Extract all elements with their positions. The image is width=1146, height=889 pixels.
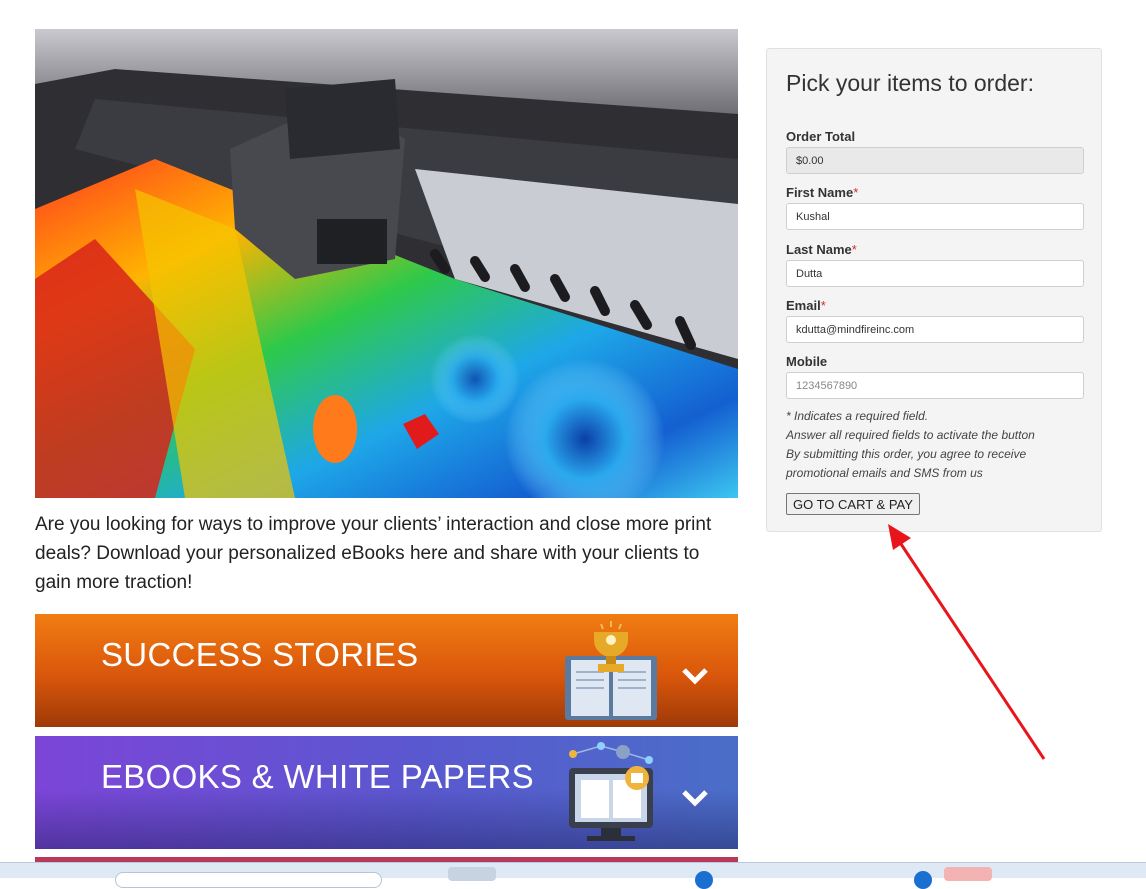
taskbar-search-box[interactable] [115, 872, 382, 888]
order-total-field [786, 147, 1084, 174]
taskbar-badge-icon[interactable] [914, 871, 932, 889]
required-asterisk: * [851, 242, 857, 257]
first-name-field[interactable] [786, 203, 1084, 230]
go-to-cart-pay-button[interactable]: GO TO CART & PAY [786, 493, 920, 515]
taskbar-badge-icon[interactable] [695, 871, 713, 889]
order-form-panel: Pick your items to order: Order Total Fi… [766, 48, 1102, 532]
banner-title: EBOOKS & WHITE PAPERS [101, 758, 534, 795]
chevron-down-icon[interactable] [680, 788, 710, 808]
trophy-book-icon [565, 621, 657, 720]
consent-note-line2: promotional emails and SMS from us [786, 466, 983, 480]
last-name-label: Last Name* [786, 242, 857, 257]
order-form-heading: Pick your items to order: [786, 70, 1034, 96]
success-stories-banner[interactable]: SUCCESS STORIES [35, 614, 738, 727]
intro-paragraph: Are you looking for ways to improve your… [35, 514, 712, 593]
mobile-field[interactable] [786, 372, 1084, 399]
required-asterisk: * [853, 185, 859, 200]
printer-hero-image [35, 29, 738, 498]
first-name-label: First Name* [786, 185, 859, 200]
banner-title: SUCCESS STORIES [101, 636, 419, 673]
required-note: * Indicates a required field. [786, 409, 929, 423]
ebooks-banner[interactable]: EBOOKS & WHITE PAPERS [35, 736, 738, 849]
consent-note-line1: By submitting this order, you agree to r… [786, 447, 1027, 461]
taskbar-app-icon[interactable] [944, 867, 992, 881]
taskbar-app-icon[interactable] [448, 867, 496, 881]
order-total-label: Order Total [786, 129, 856, 144]
required-asterisk: * [820, 298, 826, 313]
monitor-book-icon [569, 742, 653, 841]
email-field[interactable] [786, 316, 1084, 343]
os-taskbar [0, 862, 1146, 889]
mobile-label: Mobile [786, 354, 828, 369]
chevron-down-icon[interactable] [680, 666, 710, 686]
email-label: Email* [786, 298, 826, 313]
activate-note: Answer all required fields to activate t… [786, 428, 1035, 442]
form-notes: * Indicates a required field. Answer all… [786, 407, 1086, 483]
last-name-field[interactable] [786, 260, 1084, 287]
